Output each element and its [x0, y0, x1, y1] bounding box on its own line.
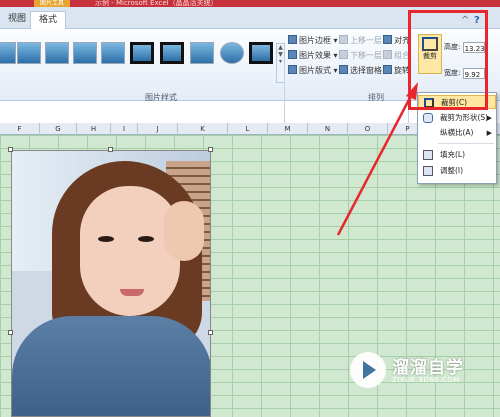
- watermark-name: 溜溜自学: [392, 358, 464, 378]
- arrow-head: [406, 82, 418, 100]
- watermark: 溜溜自学 ZIXUE.3D66.COM: [350, 352, 478, 404]
- play-logo-icon: [350, 352, 386, 388]
- watermark-url: ZIXUE.3D66.COM: [392, 376, 460, 384]
- arrow-shaft: [336, 91, 415, 236]
